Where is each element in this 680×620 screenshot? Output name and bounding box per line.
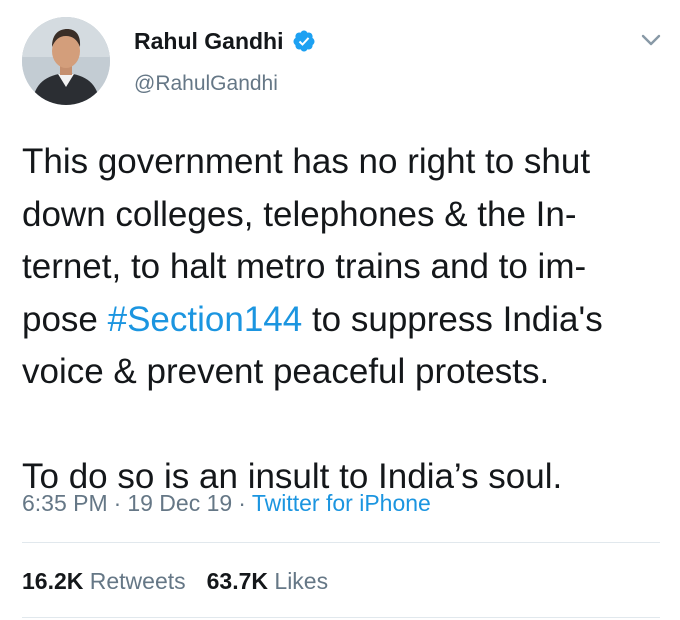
display-name-row[interactable]: Rahul Gandhi [134, 27, 316, 55]
likes-stat[interactable]: 63.7K Likes [207, 568, 328, 594]
hashtag-link[interactable]: #Section144 [108, 300, 303, 339]
divider [22, 617, 660, 618]
retweets-count: 16.2K [22, 568, 84, 594]
likes-label: Likes [274, 568, 329, 594]
meta-separator: · [238, 490, 246, 516]
retweets-stat[interactable]: 16.2K Retweets [22, 568, 186, 594]
chevron-down-icon[interactable] [639, 30, 663, 50]
tweet-meta: 6:35 PM · 19 Dec 19 · Twitter for iPhone [22, 489, 431, 517]
meta-separator: · [113, 490, 122, 516]
profile-photo [22, 17, 110, 105]
tweet-source-link[interactable]: Twitter for iPhone [252, 490, 431, 516]
tweet-line: down colleges, telephones & the In- [22, 194, 577, 234]
retweets-label: Retweets [89, 568, 186, 594]
tweet-text: This government has no right to shut dow… [22, 136, 662, 504]
avatar[interactable] [22, 17, 110, 105]
verified-badge-icon [292, 30, 314, 52]
user-handle[interactable]: @RahulGandhi [134, 71, 278, 97]
tweet-line: pose #Section144 to suppress India's [22, 299, 603, 339]
tweet-line: ternet, to halt metro trains and to im- [22, 247, 587, 286]
tweet-stats: 16.2K Retweets 63.7K Likes [22, 567, 328, 595]
tweet-date[interactable]: 19 Dec 19 [127, 490, 232, 516]
divider [22, 542, 660, 543]
tweet-time[interactable]: 6:35 PM [22, 490, 108, 516]
display-name[interactable]: Rahul Gandhi [134, 27, 284, 55]
tweet-line: This government has no right to shut [22, 142, 591, 181]
likes-count: 63.7K [206, 568, 269, 594]
tweet-card: Rahul Gandhi @RahulGandhi This governmen… [0, 0, 680, 620]
tweet-line: voice & prevent peaceful protests. [22, 352, 550, 391]
